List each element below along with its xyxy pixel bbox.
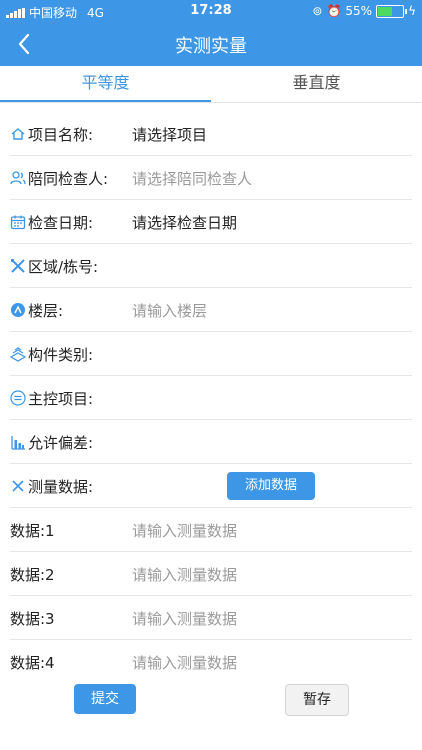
main-item-label: 主控项目: — [28, 390, 94, 408]
data-row-4[interactable]: 数据:4 请输入测量数据 — [0, 640, 422, 684]
battery-icon — [376, 4, 408, 18]
check-date-select[interactable]: 请选择检查日期 — [132, 212, 237, 233]
measure-cross-icon — [12, 480, 24, 492]
floor-input[interactable]: 请输入楼层 — [132, 300, 207, 321]
project-select[interactable]: 请选择项目 — [132, 124, 207, 145]
check-date-label: 检查日期: — [28, 214, 94, 232]
tab-bar: 平等度 垂直度 — [0, 66, 422, 103]
battery-percent: 55% — [345, 4, 373, 18]
project-label: 项目名称: — [28, 126, 94, 144]
measure-label: 测量数据: — [28, 478, 94, 496]
active-tab-indicator — [0, 100, 211, 102]
status-bar: 中国移动 4G 17:28 ⊚ ⏰ 55% ϟ — [0, 0, 422, 22]
data-input-1[interactable]: 请输入测量数据 — [132, 520, 237, 541]
app-header: 中国移动 4G 17:28 ⊚ ⏰ 55% ϟ 实测实量 — [0, 0, 422, 66]
companion-row[interactable]: 陪同检查人: 请选择陪同检查人 — [0, 156, 422, 200]
main-item-row[interactable]: 主控项目: — [0, 376, 422, 420]
lock-rotation-icon: ⊚ — [312, 4, 323, 18]
page-title: 实测实量 — [175, 36, 247, 57]
data-row-1[interactable]: 数据:1 请输入测量数据 — [0, 508, 422, 552]
data-row-3[interactable]: 数据:3 请输入测量数据 — [0, 596, 422, 640]
component-row[interactable]: 构件类别: — [0, 332, 422, 376]
component-label: 构件类别: — [28, 346, 94, 364]
floor-row[interactable]: 楼层: 请输入楼层 — [0, 288, 422, 332]
data-row-2[interactable]: 数据:2 请输入测量数据 — [0, 552, 422, 596]
floor-icon — [11, 303, 25, 317]
project-house-icon — [11, 128, 25, 140]
add-data-button[interactable]: 添加数据 — [227, 472, 315, 500]
component-stack-icon — [10, 347, 26, 362]
tolerance-row[interactable]: 允许偏差: — [0, 420, 422, 464]
measure-row: 测量数据: 添加数据 — [0, 464, 422, 508]
bar-chart-icon — [11, 436, 25, 450]
area-label: 区域/栋号: — [28, 258, 99, 276]
data-input-2[interactable]: 请输入测量数据 — [132, 564, 237, 585]
floor-label: 楼层: — [28, 302, 64, 320]
submit-button[interactable]: 提交 — [74, 684, 136, 714]
data-input-4[interactable]: 请输入测量数据 — [132, 652, 237, 673]
tab-flatness[interactable]: 平等度 — [0, 66, 211, 100]
people-icon — [10, 171, 26, 185]
charging-icon: ϟ — [408, 4, 416, 18]
data-label-3: 数据:3 — [10, 610, 55, 628]
data-input-3[interactable]: 请输入测量数据 — [132, 608, 237, 629]
check-date-row[interactable]: 检查日期: 请选择检查日期 — [0, 200, 422, 244]
nav-bar: 实测实量 — [0, 22, 422, 66]
project-row[interactable]: 项目名称: 请选择项目 — [0, 112, 422, 156]
main-item-list-icon — [10, 390, 26, 406]
data-label-2: 数据:2 — [10, 566, 55, 584]
data-label-4: 数据:4 — [10, 654, 55, 672]
tolerance-label: 允许偏差: — [28, 434, 94, 452]
alarm-icon: ⏰ — [326, 4, 342, 18]
calendar-icon — [10, 215, 26, 230]
area-ruler-icon — [11, 259, 25, 273]
save-draft-button[interactable]: 暂存 — [285, 684, 349, 716]
area-row[interactable]: 区域/栋号: — [0, 244, 422, 288]
companion-select[interactable]: 请选择陪同检查人 — [132, 168, 252, 189]
companion-label: 陪同检查人: — [28, 170, 109, 188]
data-label-1: 数据:1 — [10, 522, 55, 540]
tab-verticality[interactable]: 垂直度 — [211, 66, 422, 100]
